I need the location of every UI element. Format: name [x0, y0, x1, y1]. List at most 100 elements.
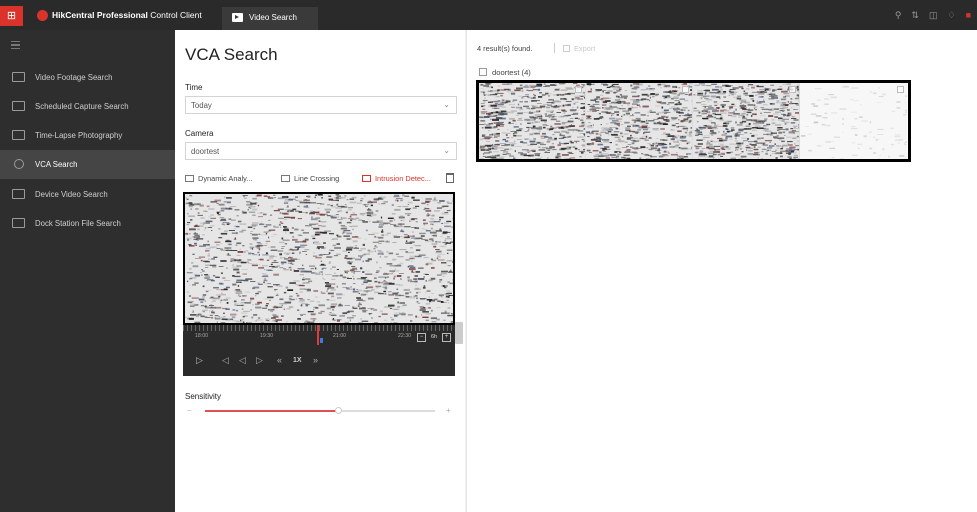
divider: [554, 43, 555, 53]
sensitivity-label: Sensitivity: [185, 392, 222, 401]
sidebar-item-dock-station-file-search[interactable]: Dock Station File Search: [0, 209, 175, 238]
video-preview[interactable]: [183, 192, 455, 325]
timeline-label: 18:00: [195, 333, 208, 339]
page-title: VCA Search: [185, 45, 278, 64]
collapse-panel-handle[interactable]: [455, 322, 463, 344]
sidebar-item-label: Device Video Search: [35, 190, 108, 199]
camera-label: Camera: [185, 129, 214, 138]
result-thumbnail[interactable]: [800, 83, 907, 159]
chevron-down-icon: ⌄: [443, 146, 450, 155]
sidebar-item-label: Time-Lapse Photography: [35, 131, 123, 140]
trash-icon[interactable]: [446, 173, 454, 183]
sidebar-item-time-lapse-photography[interactable]: Time-Lapse Photography: [0, 121, 175, 150]
results-panel: 4 result(s) found. Export doortest (4): [466, 30, 977, 512]
slow-down-icon[interactable]: «: [277, 355, 282, 365]
camera-select[interactable]: doortest ⌄: [185, 142, 457, 160]
alert-icon[interactable]: ■: [966, 10, 971, 20]
playback-controls: ▷ ◁ ◁ ▷ « 1X »: [183, 346, 455, 376]
thumbnail-image: [479, 83, 585, 159]
export-label: Export: [574, 44, 596, 53]
video-icon: [232, 13, 243, 22]
title-bar: ⊞ HikCentral Professional Control Client…: [0, 0, 977, 30]
video-frame-image: [185, 194, 453, 323]
chevron-down-icon: ⌄: [443, 100, 450, 109]
zoom-in-button[interactable]: +: [442, 333, 451, 342]
rule-label: Intrusion Detec...: [375, 174, 431, 183]
video-icon: [12, 72, 25, 82]
play-icon[interactable]: ▷: [196, 355, 203, 366]
capture-icon: [12, 101, 25, 111]
sidebar-item-video-footage-search[interactable]: Video Footage Search: [0, 63, 175, 92]
timeline-record-mark: [320, 338, 323, 343]
sidebar-item-label: VCA Search: [35, 160, 78, 169]
vca-rule-bar: Dynamic Analy... Line Crossing Intrusion…: [185, 173, 457, 187]
group-checkbox[interactable]: [479, 68, 487, 76]
timeline-ticks: [183, 325, 455, 331]
line-crossing-icon: [281, 175, 290, 182]
timeline-label: 19:30: [260, 333, 273, 339]
bell-icon[interactable]: ♢: [947, 10, 955, 20]
tab-label: Video Search: [249, 13, 297, 22]
thumbnail-checkbox[interactable]: [789, 86, 796, 93]
collapse-menu-icon[interactable]: [11, 41, 20, 49]
zoom-out-button[interactable]: −: [417, 333, 426, 342]
search-panel: VCA Search Time Today ⌄ Camera doortest …: [175, 30, 465, 512]
result-group[interactable]: doortest (4): [479, 68, 531, 77]
speed-up-icon[interactable]: »: [313, 355, 318, 365]
time-value: Today: [191, 101, 212, 110]
result-thumbnail[interactable]: [479, 83, 586, 159]
sidebar-item-vca-search[interactable]: VCA Search: [0, 150, 175, 179]
time-select[interactable]: Today ⌄: [185, 96, 457, 114]
thumbnail-strip: [476, 80, 911, 162]
rule-line-crossing[interactable]: Line Crossing: [281, 174, 339, 183]
app-logo-icon: [37, 10, 48, 21]
result-count: 4 result(s) found.: [477, 44, 533, 53]
timelapse-icon: [12, 130, 25, 140]
dock-icon: [12, 218, 25, 228]
group-label: doortest (4): [492, 68, 531, 77]
rule-intrusion-detection[interactable]: Intrusion Detec...: [362, 174, 431, 183]
user-icon[interactable]: ⚲: [895, 10, 902, 20]
layout-icon[interactable]: ◫: [929, 10, 938, 20]
frame-back-icon[interactable]: ◁: [239, 355, 246, 366]
export-icon: [563, 45, 570, 52]
device-icon: [12, 189, 25, 199]
thumbnail-image: [693, 83, 799, 159]
sidebar: Video Footage Search Scheduled Capture S…: [0, 30, 175, 512]
titlebar-tools: ⚲ ⇅ ◫ ♢ ■: [895, 10, 971, 20]
dynamic-analysis-icon: [185, 175, 194, 182]
main-menu-icon[interactable]: ⊞: [0, 6, 23, 26]
increase-icon[interactable]: +: [446, 406, 451, 415]
rule-label: Dynamic Analy...: [198, 174, 253, 183]
camera-value: doortest: [191, 147, 220, 156]
previous-icon[interactable]: ◁: [222, 355, 229, 366]
thumbnail-image: [800, 83, 907, 159]
timeline-label: 21:00: [333, 333, 346, 339]
timeline-cursor[interactable]: [317, 325, 319, 345]
playback-speed: 1X: [293, 357, 302, 364]
rule-dynamic-analysis[interactable]: Dynamic Analy...: [185, 174, 253, 183]
rule-label: Line Crossing: [294, 174, 340, 183]
result-thumbnail[interactable]: [693, 83, 800, 159]
export-button[interactable]: Export: [563, 44, 595, 53]
sidebar-item-device-video-search[interactable]: Device Video Search: [0, 180, 175, 209]
timeline-label: 22:30: [398, 333, 411, 339]
decrease-icon[interactable]: −: [187, 406, 192, 415]
result-thumbnail[interactable]: [586, 83, 693, 159]
thumbnail-checkbox[interactable]: [575, 86, 582, 93]
sidebar-item-scheduled-capture-search[interactable]: Scheduled Capture Search: [0, 92, 175, 121]
search-icon: [14, 159, 24, 169]
frame-forward-icon[interactable]: ▷: [256, 355, 263, 366]
slider-fill: [205, 410, 339, 412]
sidebar-item-label: Dock Station File Search: [35, 219, 121, 228]
tab-video-search[interactable]: Video Search: [222, 7, 318, 30]
intrusion-detection-icon: [362, 175, 371, 182]
time-label: Time: [185, 83, 203, 92]
thumbnail-checkbox[interactable]: [682, 86, 689, 93]
transfer-icon[interactable]: ⇅: [911, 10, 919, 20]
timeline-zoom-value: 6h: [431, 334, 438, 340]
thumbnail-checkbox[interactable]: [897, 86, 904, 93]
sidebar-item-label: Scheduled Capture Search: [35, 102, 129, 111]
sensitivity-slider[interactable]: − +: [185, 406, 457, 416]
slider-thumb[interactable]: [334, 407, 342, 414]
